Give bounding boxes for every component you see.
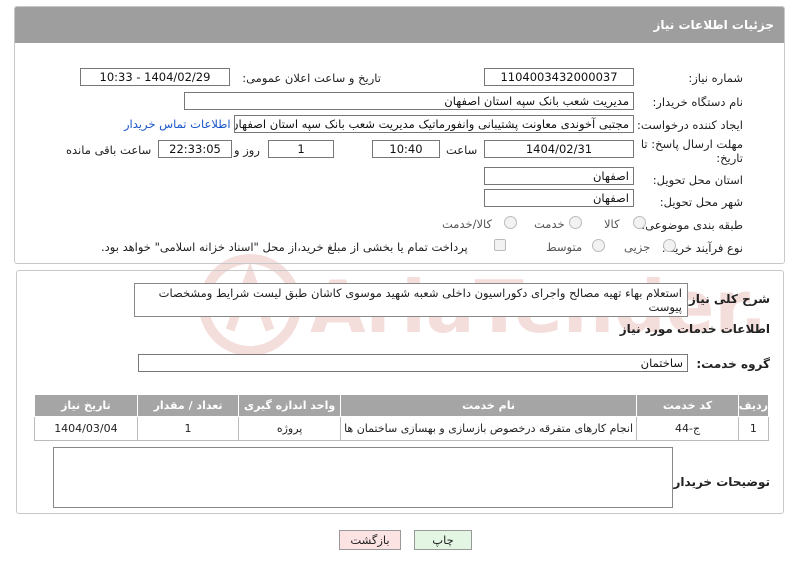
buyer-org-label: نام دستگاه خریدار: [652, 95, 743, 109]
print-button[interactable]: چاپ [414, 530, 472, 550]
announce-date-field[interactable]: 1404/02/29 - 10:33 [80, 68, 230, 86]
table-row: 1 ج-44 انجام کارهای متفرقه درخصوص بازساز… [34, 416, 770, 441]
service-group-label: گروه خدمت: [696, 357, 770, 371]
category-goods-radio[interactable] [633, 216, 646, 229]
services-section-title: اطلاعات خدمات مورد نیاز [619, 322, 770, 336]
back-button[interactable]: بازگشت [339, 530, 401, 550]
deadline-label-line2: تاریخ: [716, 151, 743, 165]
deadline-label-line1: مهلت ارسال پاسخ: تا [640, 137, 743, 151]
services-table: ردیف کد خدمت نام خدمت واحد اندازه گیری ت… [34, 394, 770, 441]
col-code-header: کد خدمت [636, 394, 739, 417]
services-table-header: ردیف کد خدمت نام خدمت واحد اندازه گیری ت… [34, 394, 770, 417]
cell-date: 1404/03/04 [34, 416, 138, 441]
remaining-time-label: ساعت باقی مانده [66, 143, 152, 157]
need-number-label: شماره نیاز: [688, 71, 743, 85]
col-date-header: تاریخ نیاز [34, 394, 138, 417]
city-field[interactable]: اصفهان [484, 189, 634, 207]
province-field[interactable]: اصفهان [484, 167, 634, 185]
deadline-date-field[interactable]: 1404/02/31 [484, 140, 634, 158]
remaining-time-field[interactable]: 22:33:05 [158, 140, 232, 158]
cell-name: انجام کارهای متفرقه درخصوص بازسازی و بهس… [339, 416, 638, 441]
category-label: طبقه بندی موضوعی: [641, 218, 743, 232]
category-service-radio[interactable] [569, 216, 582, 229]
cell-row: 1 [737, 416, 770, 441]
days-remaining-field[interactable]: 1 [268, 140, 334, 158]
announce-date-label: تاریخ و ساعت اعلان عمومی: [242, 71, 381, 85]
buyer-notes-label: توضیحات خریدار: [668, 475, 770, 489]
col-unit-header: واحد اندازه گیری [238, 394, 341, 417]
category-goods-service-label: کالا/خدمت [442, 217, 493, 231]
contact-info-link[interactable]: اطلاعات تماس خریدار [124, 117, 231, 131]
process-medium-label: متوسط [546, 240, 583, 254]
process-minor-label: جزیی [624, 240, 651, 254]
col-row-header: ردیف [737, 394, 770, 417]
summary-label: شرح کلی نیاز: [684, 292, 770, 306]
cell-qty: 1 [136, 416, 240, 441]
service-group-field[interactable]: ساختمان [138, 354, 688, 372]
summary-field[interactable]: استعلام بهاء تهیه مصالح واجرای دکوراسیون… [134, 283, 688, 317]
treasury-payment-note: پرداخت تمام یا بخشی از مبلغ خرید،از محل … [101, 240, 468, 254]
col-name-header: نام خدمت [339, 394, 638, 417]
panel-title: جزئیات اطلاعات نیاز [15, 7, 784, 43]
city-label: شهر محل تحویل: [659, 195, 743, 209]
deadline-time-field[interactable]: 10:40 [372, 140, 440, 158]
treasury-payment-checkbox[interactable] [494, 239, 506, 251]
cell-unit: پروژه [238, 416, 341, 441]
category-service-label: خدمت [534, 217, 565, 231]
col-qty-header: تعداد / مقدار [136, 394, 240, 417]
buyer-org-field[interactable]: مدیریت شعب بانک سپه استان اصفهان [184, 92, 634, 110]
province-label: استان محل تحویل: [652, 173, 743, 187]
process-medium-radio[interactable] [592, 239, 605, 252]
deadline-time-label: ساعت [446, 143, 478, 157]
cell-code: ج-44 [636, 416, 739, 441]
category-goods-label: کالا [604, 217, 620, 231]
need-number-field[interactable]: 1104003432000037 [484, 68, 634, 86]
buyer-notes-field[interactable] [53, 447, 673, 508]
process-minor-radio[interactable] [663, 239, 676, 252]
requester-label: ایجاد کننده درخواست: [637, 118, 743, 132]
requester-field[interactable]: مجتبی آخوندی معاونت پشتیبانی وانفورماتیک… [234, 115, 634, 133]
category-goods-service-radio[interactable] [504, 216, 517, 229]
days-label: روز و [234, 143, 260, 157]
